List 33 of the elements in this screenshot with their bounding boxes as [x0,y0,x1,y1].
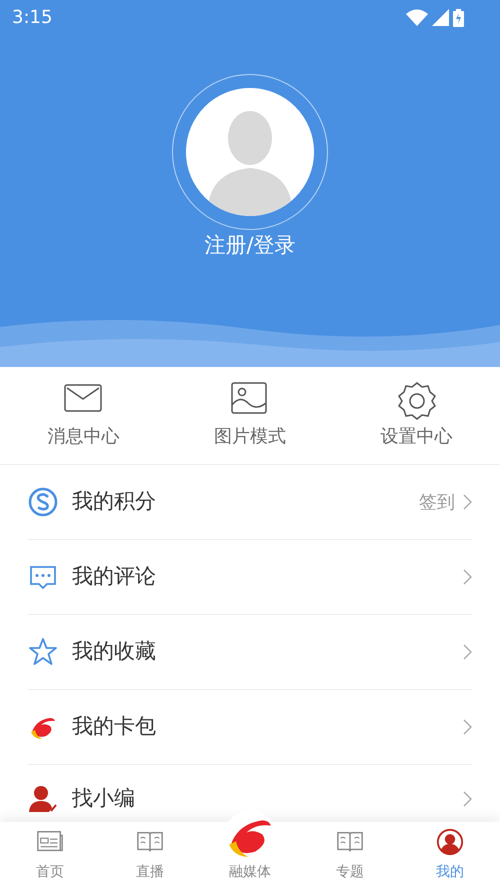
menu-label: 我的积分 [72,488,157,516]
menu-label: 我的收藏 [72,638,157,666]
person-icon [28,784,58,814]
chevron-right-icon [463,719,472,735]
tab[interactable]: 直播 [100,822,200,889]
quick-action[interactable]: 设置中心 [333,367,500,464]
status-time: 3:15 [12,6,52,30]
menu-item[interactable]: 我的卡包 [28,690,472,765]
login-link[interactable]: 注册/登录 [204,233,296,257]
chevron-right-icon [463,494,472,510]
menu-item[interactable]: 我的收藏 [28,615,472,690]
star-icon [28,637,58,667]
settings-icon [396,381,437,421]
user-circle-icon [436,828,464,856]
chevron-right-icon [463,791,472,807]
menu-item[interactable]: 我的评论 [28,540,472,615]
tab[interactable]: 融媒体 [200,822,300,889]
menu-label: 我的卡包 [72,713,157,740]
quick-action[interactable]: 图片模式 [166,367,334,464]
quick-action[interactable]: 消息中心 [0,367,167,464]
battery-icon [453,8,464,26]
menu-item[interactable]: 我的积分 签到 [28,465,472,540]
menu-label: 我的评论 [72,563,157,590]
tab[interactable]: 首页 [0,822,100,889]
tab[interactable]: 专题 [300,822,400,889]
menu-label: 找小编 [72,785,136,812]
chevron-right-icon [463,569,472,585]
chevron-right-icon [463,644,472,660]
menu-item[interactable]: 找小编 [28,765,472,825]
tab[interactable]: 我的 [400,822,500,889]
s-circle-icon [28,487,58,517]
wifi-icon [406,9,428,26]
signal-icon [432,9,449,26]
